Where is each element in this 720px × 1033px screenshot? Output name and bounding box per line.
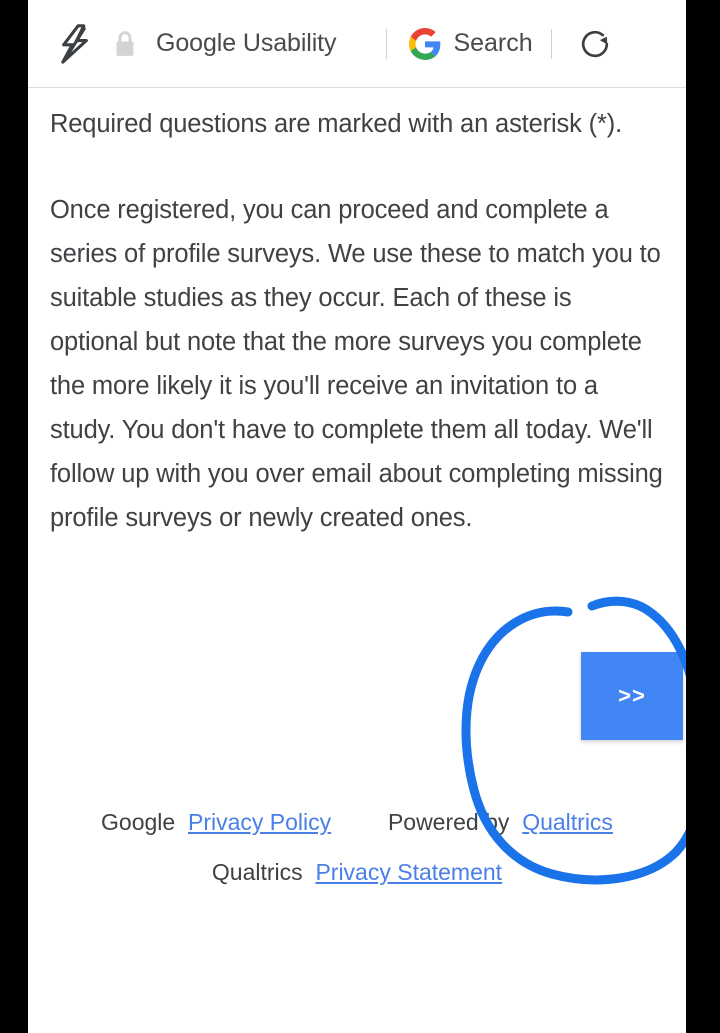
reload-icon[interactable] — [577, 26, 613, 62]
amp-browser-header: Google Usability Search — [28, 0, 686, 88]
qualtrics-link[interactable]: Qualtrics — [522, 809, 613, 835]
google-privacy-policy-link[interactable]: Privacy Policy — [188, 809, 331, 835]
lightning-bolt-icon[interactable] — [58, 23, 92, 64]
header-separator-1 — [386, 28, 388, 59]
letterbox-bar-left — [0, 0, 28, 1033]
intro-paragraph-registration-info: Once registered, you can proceed and com… — [50, 196, 663, 532]
page-footer: Google Privacy Policy Powered by Qualtri… — [50, 797, 664, 915]
lock-icon[interactable] — [112, 29, 138, 59]
letterbox-bar-right — [686, 0, 720, 1033]
header-separator-2 — [550, 28, 552, 59]
footer-line-2: Qualtrics Privacy Statement — [50, 847, 664, 897]
next-button[interactable]: >> — [581, 652, 683, 740]
qualtrics-privacy-statement-link[interactable]: Privacy Statement — [315, 859, 502, 885]
mobile-viewport: Google Usability Search Required questio… — [28, 0, 686, 1033]
google-label: Google — [101, 809, 176, 835]
powered-by-label: Powered by — [387, 809, 510, 835]
search-label[interactable]: Search — [453, 29, 532, 58]
google-g-logo — [409, 27, 441, 60]
survey-intro-content: Required questions are marked with an as… — [28, 102, 686, 915]
next-button-row: >> — [50, 540, 683, 755]
footer-line-1: Google Privacy Policy Powered by Qualtri… — [50, 797, 664, 847]
intro-paragraph-required-questions: Required questions are marked with an as… — [50, 110, 623, 138]
site-title: Google Usability — [156, 29, 337, 57]
qualtrics-label: Qualtrics — [211, 859, 303, 885]
screenshot-root: Google Usability Search Required questio… — [0, 0, 720, 1033]
